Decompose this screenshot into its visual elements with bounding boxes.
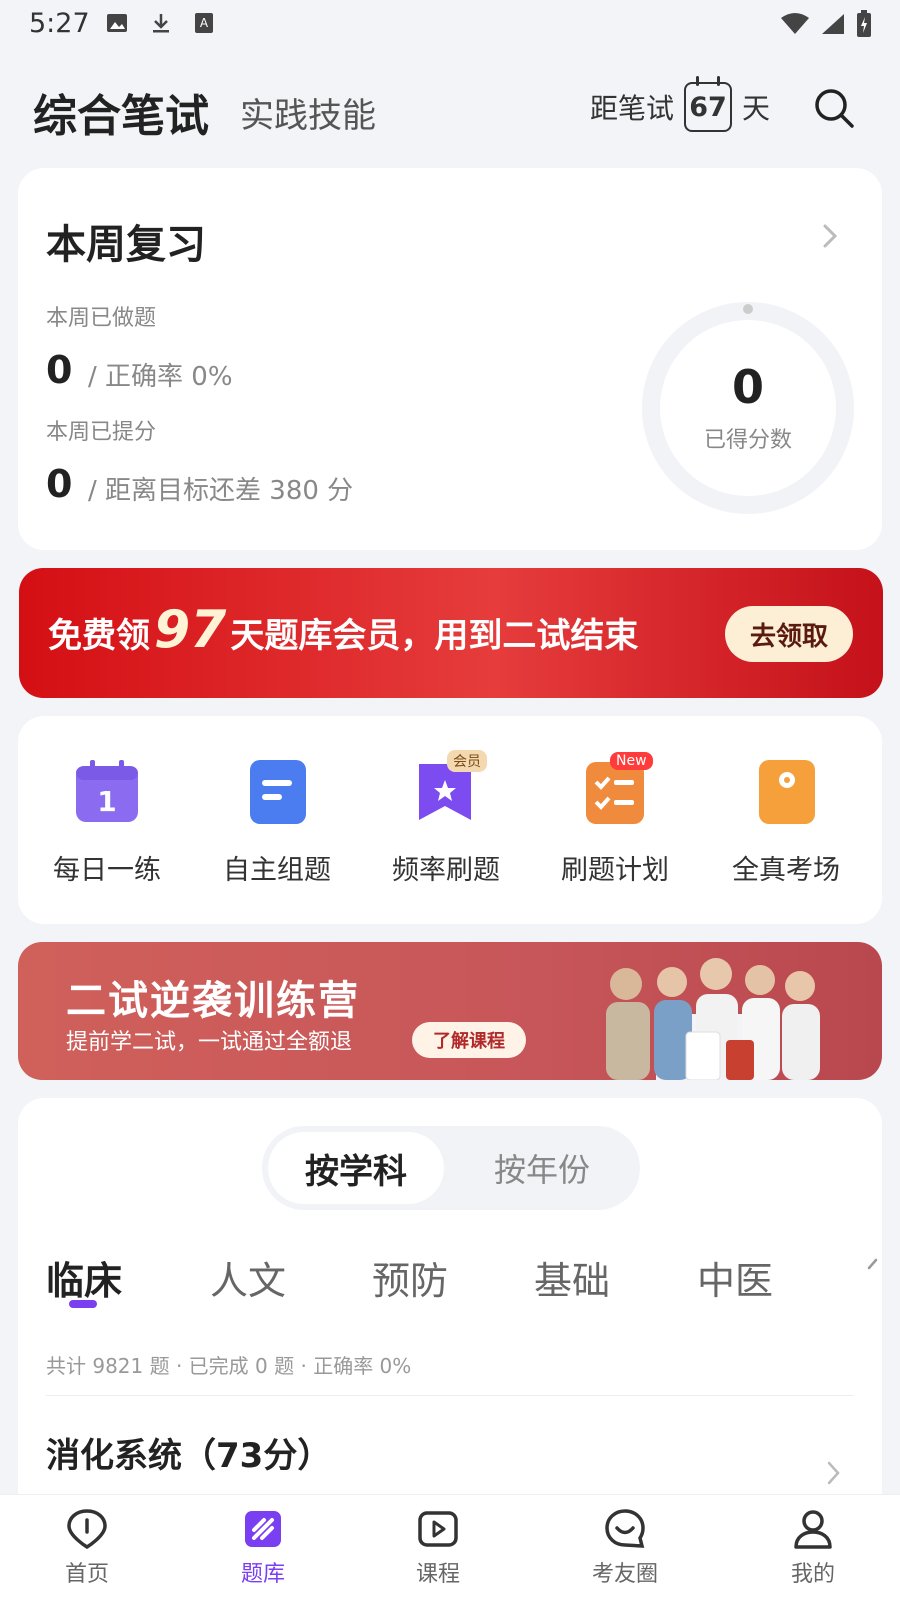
score-ring-marker bbox=[743, 304, 753, 314]
learn-course-button[interactable]: 了解课程 bbox=[412, 1022, 526, 1058]
shortcut-frequency-drill[interactable]: 会员 频率刷题 bbox=[371, 750, 521, 887]
question-bank-icon bbox=[245, 1511, 281, 1547]
score-label: 已得分数 bbox=[703, 428, 792, 453]
svg-text:A: A bbox=[200, 16, 209, 30]
nav-community[interactable]: 考友圈 bbox=[565, 1508, 685, 1588]
weekly-review-title: 本周复习 bbox=[46, 222, 206, 268]
exam-countdown[interactable]: 距笔试 67 天 bbox=[590, 76, 771, 132]
chevron-right-icon[interactable] bbox=[826, 1460, 842, 1486]
status-indicators bbox=[780, 10, 872, 38]
shortcut-label: 每日一练 bbox=[53, 855, 161, 886]
shortcut-study-plan[interactable]: New 刷题计划 bbox=[540, 752, 690, 887]
battery-icon bbox=[857, 10, 871, 37]
shortcut-label: 频率刷题 bbox=[392, 855, 500, 886]
active-tab-indicator bbox=[69, 1300, 97, 1308]
subject-tab-prevention[interactable]: 预防 bbox=[372, 1250, 448, 1305]
promo-highlight-days: 97 bbox=[154, 600, 227, 660]
promo-text-after: 天题库会员，用到二试结束 bbox=[230, 616, 639, 656]
nav-label: 我的 bbox=[790, 1562, 835, 1587]
subject-stats: 共计 9821 题 · 已完成 0 题 · 正确率 0% bbox=[46, 1354, 412, 1378]
subject-tab-humanities[interactable]: 人文 bbox=[210, 1250, 286, 1305]
shortcut-label: 刷题计划 bbox=[561, 855, 669, 886]
shortcut-label: 自主组题 bbox=[223, 855, 331, 886]
nav-label: 课程 bbox=[415, 1562, 460, 1587]
subtitle-tab-practice[interactable]: 实践技能 bbox=[240, 88, 376, 137]
download-icon bbox=[153, 14, 169, 33]
countdown-suffix: 天 bbox=[742, 92, 771, 125]
member-badge: 会员 bbox=[447, 750, 487, 772]
new-badge: New bbox=[610, 752, 653, 770]
segment-by-year[interactable]: 按年份 bbox=[450, 1132, 634, 1204]
signal-icon bbox=[822, 14, 844, 34]
nav-home[interactable]: 首页 bbox=[27, 1508, 147, 1588]
subject-tab-clinical[interactable]: 临床 bbox=[46, 1250, 122, 1305]
shortcut-mock-exam[interactable]: 全真考场 bbox=[711, 758, 861, 887]
checklist-icon: New bbox=[582, 752, 653, 824]
camp-title: 二试逆袭训练营 bbox=[66, 978, 360, 1024]
more-tabs-chevron-icon[interactable] bbox=[866, 1258, 878, 1278]
promo-text: 免费领97 天题库会员，用到二试结束 bbox=[48, 600, 638, 660]
camp-subtitle: 提前学二试，一试通过全额退 bbox=[66, 1030, 353, 1055]
section-title[interactable]: 消化系统（73分） bbox=[46, 1428, 331, 1477]
improve-value: 0 bbox=[46, 462, 73, 506]
subject-tab-tcm[interactable]: 中医 bbox=[697, 1250, 773, 1305]
status-bar bbox=[0, 0, 900, 48]
done-label: 本周已做题 bbox=[46, 306, 157, 331]
search-icon[interactable] bbox=[812, 86, 856, 130]
subject-tab-basic[interactable]: 基础 bbox=[534, 1250, 610, 1305]
image-icon bbox=[107, 14, 127, 32]
divider bbox=[46, 1395, 854, 1396]
page-title[interactable]: 综合笔试 bbox=[33, 80, 209, 144]
done-value: 0 bbox=[46, 348, 73, 392]
nav-label: 首页 bbox=[64, 1562, 109, 1587]
exam-icon bbox=[759, 760, 815, 824]
nav-label: 考友圈 bbox=[591, 1562, 658, 1587]
svg-text:1: 1 bbox=[97, 785, 116, 818]
document-icon bbox=[250, 760, 306, 824]
promo-text-before: 免费领 bbox=[48, 616, 150, 656]
nav-profile[interactable]: 我的 bbox=[753, 1508, 873, 1588]
claim-button[interactable]: 去领取 bbox=[725, 606, 853, 662]
community-icon bbox=[605, 1509, 645, 1548]
status-time: 5:27 bbox=[29, 8, 90, 39]
calendar-icon: 1 bbox=[76, 760, 138, 822]
score-value: 0 bbox=[731, 360, 764, 414]
shortcut-custom-quiz[interactable]: 自主组题 bbox=[202, 758, 352, 887]
improve-label: 本周已提分 bbox=[46, 420, 157, 445]
nav-question-bank[interactable]: 题库 bbox=[203, 1508, 323, 1588]
shortcut-daily-practice[interactable]: 1 每日一练 bbox=[32, 758, 182, 887]
countdown-prefix: 距笔试 bbox=[590, 92, 675, 125]
accuracy-note: / 正确率 0% bbox=[88, 362, 233, 392]
target-gap-note: / 距离目标还差 380 分 bbox=[88, 476, 354, 506]
profile-icon bbox=[794, 1510, 832, 1549]
wifi-icon bbox=[781, 13, 809, 34]
nav-label: 题库 bbox=[240, 1562, 285, 1587]
teachers-photo bbox=[606, 958, 820, 1080]
chevron-right-icon[interactable] bbox=[820, 222, 840, 250]
segment-by-subject[interactable]: 按学科 bbox=[268, 1132, 444, 1204]
shortcut-label: 全真考场 bbox=[732, 855, 840, 886]
bookmark-star-icon: 会员 bbox=[413, 750, 487, 824]
countdown-days: 67 bbox=[684, 76, 733, 132]
nav-courses[interactable]: 课程 bbox=[378, 1508, 498, 1588]
play-icon bbox=[418, 1511, 458, 1547]
keyboard-a-icon: A bbox=[195, 13, 213, 33]
home-icon bbox=[67, 1509, 107, 1550]
